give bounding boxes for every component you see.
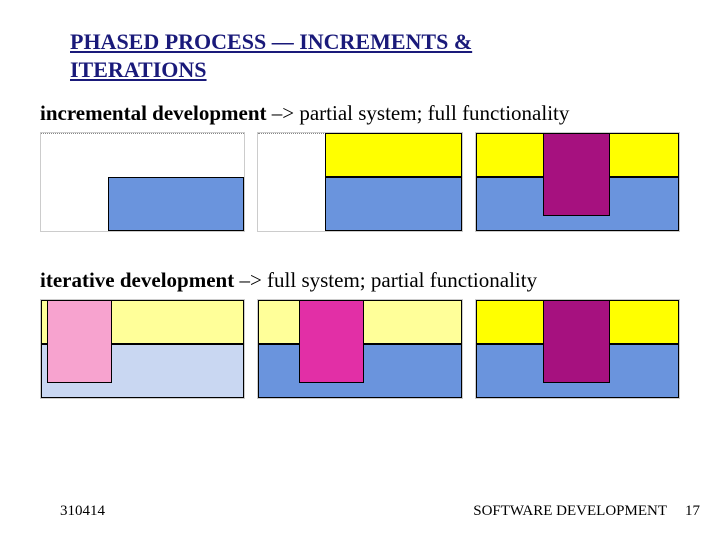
incremental-row	[40, 132, 680, 232]
itr-cell-3	[475, 299, 680, 399]
slide-title: PHASED PROCESS — INCREMENTS & ITERATIONS	[70, 28, 510, 83]
inc-cell-2	[257, 132, 462, 232]
block-yellow	[325, 133, 461, 177]
itr-cell-1	[40, 299, 245, 399]
footer-mid: SOFTWARE DEVELOPMENT	[473, 503, 667, 520]
block-blue	[108, 177, 244, 231]
itr-cell-2	[257, 299, 462, 399]
block-magenta	[543, 300, 610, 383]
footer-left: 310414	[60, 503, 473, 520]
block-pink	[47, 300, 112, 383]
block-magenta-bright	[299, 300, 364, 383]
incremental-lead: incremental development	[40, 101, 267, 125]
inc-cell-1	[40, 132, 245, 232]
block-blue	[325, 177, 461, 231]
incremental-heading: incremental development –> partial syste…	[40, 101, 680, 126]
iterative-rest: –> full system; partial functionality	[234, 268, 537, 292]
iterative-heading: iterative development –> full system; pa…	[40, 268, 680, 293]
footer-page: 17	[685, 503, 700, 520]
block-magenta	[543, 133, 610, 216]
iterative-lead: iterative development	[40, 268, 234, 292]
slide-footer: 310414 SOFTWARE DEVELOPMENT 17	[0, 503, 720, 520]
iterative-row	[40, 299, 680, 399]
inc-cell-3	[475, 132, 680, 232]
incremental-rest: –> partial system; full functionality	[267, 101, 570, 125]
